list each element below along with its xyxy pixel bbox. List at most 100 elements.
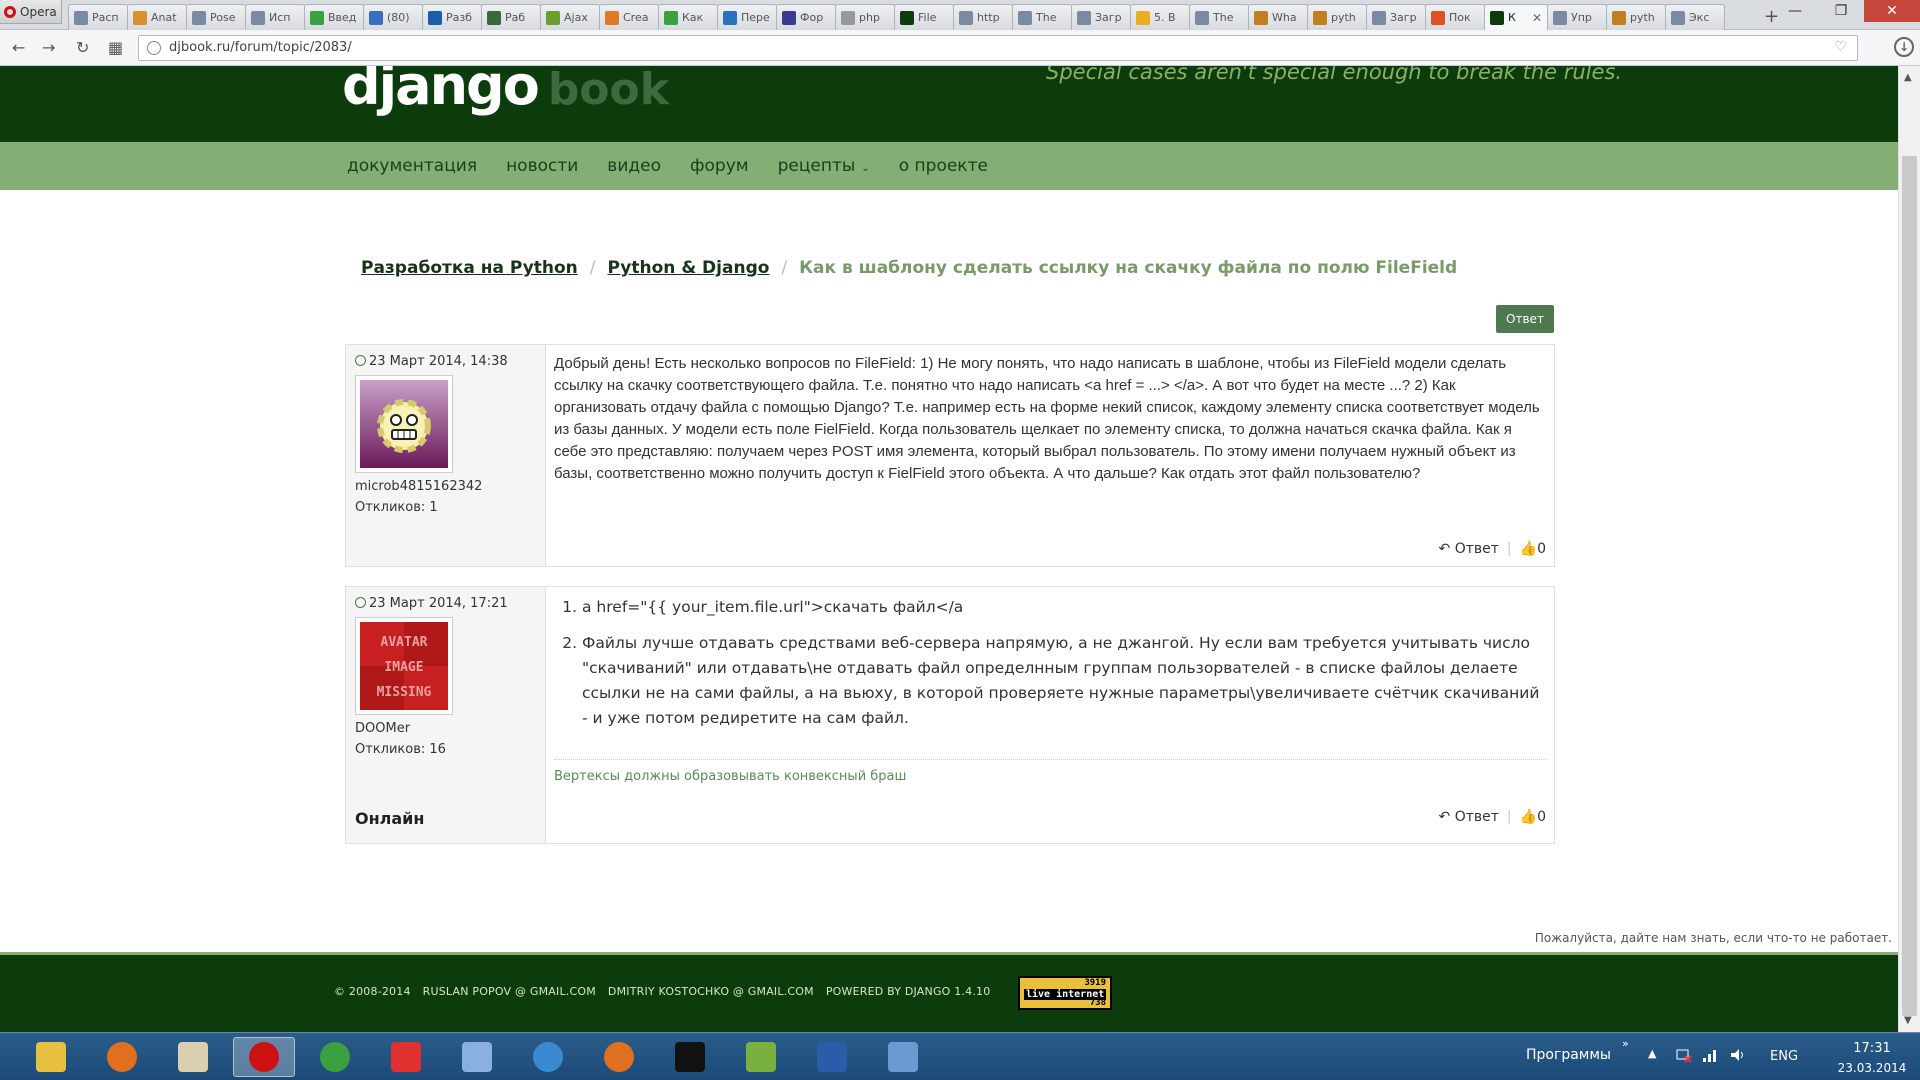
browser-tab[interactable]: Разб <box>422 4 482 30</box>
cmd-glyph <box>675 1042 705 1072</box>
browser-tab[interactable]: Ajax <box>540 4 600 30</box>
browser-tab[interactable]: Упр <box>1547 4 1607 30</box>
actions-divider: | <box>1506 809 1512 825</box>
breadcrumb-python-dev[interactable]: Разработка на Python <box>361 258 578 278</box>
taskbar-internet-explorer-icon[interactable] <box>517 1037 579 1077</box>
browser-tab[interactable]: (80) <box>363 4 423 30</box>
taskbar-opera-icon[interactable] <box>233 1037 295 1077</box>
reply-topic-button[interactable]: Ответ <box>1496 305 1554 333</box>
taskbar-yandex-browser-icon[interactable] <box>375 1037 437 1077</box>
browser-tab[interactable]: Исп <box>245 4 305 30</box>
liveinternet-counter[interactable]: 3919 live internet 738 <box>1018 976 1112 1010</box>
footer-contact-2[interactable]: DMITRIY KOSTOCHKO @ GMAIL.COM <box>608 985 814 998</box>
scroll-down-icon[interactable]: ▼ <box>1904 1015 1912 1026</box>
browser-tab[interactable]: К ✕ <box>1484 4 1548 30</box>
browser-tab[interactable]: The <box>1012 4 1072 30</box>
nav-forum[interactable]: форум <box>690 156 749 176</box>
reload-button[interactable]: ↻ <box>76 38 89 57</box>
bookmark-heart-icon[interactable]: ♡ <box>1834 39 1847 55</box>
list-item: a href="{{ your_item.file.url">скачать ф… <box>582 595 1546 620</box>
post-reply-button[interactable]: ↶ Ответ <box>1439 541 1499 557</box>
close-window-button[interactable]: ✕ <box>1864 0 1920 22</box>
clock-time[interactable]: 17:31 <box>1842 1041 1902 1056</box>
post-like-button[interactable]: 👍0 <box>1520 541 1546 557</box>
browser-tab[interactable]: The <box>1189 4 1249 30</box>
tab-favicon-icon <box>546 10 560 25</box>
taskbar-chrome-icon[interactable] <box>304 1037 366 1077</box>
download-icon[interactable]: ↓ <box>1894 37 1914 57</box>
language-indicator[interactable]: ENG <box>1770 1049 1798 1064</box>
browser-tab[interactable]: Wha <box>1248 4 1308 30</box>
system-tray: Программы » ▲ ENG 17:31 23.03.2014 <box>1520 1033 1920 1080</box>
back-button[interactable]: ← <box>12 38 25 57</box>
avatar[interactable]: AVATAR IMAGE MISSING <box>355 617 453 715</box>
list-item: Файлы лучше отдавать средствами веб-серв… <box>582 631 1546 731</box>
close-tab-icon[interactable]: ✕ <box>1532 11 1542 25</box>
browser-tab[interactable]: Раб <box>481 4 541 30</box>
site-logo[interactable]: django book <box>342 66 669 117</box>
taskbar-speaker-icon[interactable] <box>446 1037 508 1077</box>
taskbar-picture-viewer-icon[interactable] <box>872 1037 934 1077</box>
browser-tab[interactable]: php <box>835 4 895 30</box>
browser-tab[interactable]: Введ <box>304 4 364 30</box>
taskbar-cmd-icon[interactable] <box>659 1037 721 1077</box>
scrollbar-thumb[interactable] <box>1902 156 1917 1016</box>
network-error-icon[interactable] <box>1676 1047 1692 1063</box>
opera-menu-button[interactable]: Opera <box>0 0 62 24</box>
browser-tab[interactable]: Как <box>658 4 718 30</box>
taskbar-word-icon[interactable] <box>801 1037 863 1077</box>
url-input[interactable]: djbook.ru/forum/topic/2083/ ♡ <box>138 35 1858 61</box>
browser-tab[interactable]: Фор <box>776 4 836 30</box>
page-scrollbar[interactable]: ▲ ▼ <box>1898 66 1920 1032</box>
avatar-text-2: IMAGE <box>384 660 423 675</box>
scroll-up-icon[interactable]: ▲ <box>1904 72 1912 83</box>
browser-tab[interactable]: Загр <box>1366 4 1426 30</box>
breadcrumb-python-django[interactable]: Python & Django <box>608 258 770 278</box>
browser-tab[interactable]: 5. В <box>1130 4 1190 30</box>
nav-video[interactable]: видео <box>607 156 661 176</box>
tab-favicon-icon <box>133 10 147 25</box>
browser-tab[interactable]: Загр <box>1071 4 1131 30</box>
browser-tab[interactable]: Пере <box>717 4 777 30</box>
toolbar-expand-icon[interactable]: » <box>1622 1037 1629 1050</box>
show-hidden-icons[interactable]: ▲ <box>1648 1047 1656 1060</box>
taskbar-firefox-icon[interactable] <box>588 1037 650 1077</box>
post-username[interactable]: DOOMer <box>355 721 410 736</box>
feedback-link[interactable]: Пожалуйста, дайте нам знать, если что-то… <box>1535 931 1892 945</box>
minimize-button[interactable]: — <box>1772 0 1818 22</box>
picture-viewer-glyph <box>888 1042 918 1072</box>
browser-tab[interactable]: Расп <box>68 4 128 30</box>
nav-documentation[interactable]: документация <box>347 156 477 176</box>
browser-tab[interactable]: Crea <box>599 4 659 30</box>
post-username[interactable]: microb4815162342 <box>355 479 482 494</box>
volume-icon[interactable] <box>1730 1047 1746 1063</box>
browser-tab[interactable]: Pose <box>186 4 246 30</box>
browser-tab[interactable]: Anat <box>127 4 187 30</box>
signal-icon[interactable] <box>1702 1047 1718 1063</box>
taskbar-chrome-canary-icon[interactable] <box>91 1037 153 1077</box>
browser-tab[interactable]: pyth <box>1606 4 1666 30</box>
site-info-icon[interactable] <box>147 41 161 55</box>
browser-tab[interactable]: Экс <box>1665 4 1725 30</box>
taskbar-notepad-icon[interactable] <box>162 1037 224 1077</box>
footer-contact-1[interactable]: RUSLAN POPOV @ GMAIL.COM <box>423 985 596 998</box>
taskbar-explorer-icon[interactable] <box>20 1037 82 1077</box>
avatar[interactable] <box>355 375 453 473</box>
browser-tab[interactable]: Пок <box>1425 4 1485 30</box>
browser-tab[interactable]: pyth <box>1307 4 1367 30</box>
post-reply-button[interactable]: ↶ Ответ <box>1439 809 1499 825</box>
taskbar-greenshot-icon[interactable] <box>730 1037 792 1077</box>
browser-tab[interactable]: http <box>953 4 1013 30</box>
forward-button[interactable]: → <box>42 38 55 57</box>
nav-news[interactable]: новости <box>506 156 578 176</box>
speed-dial-icon[interactable]: ▦ <box>108 38 123 57</box>
windows-taskbar: Программы » ▲ ENG 17:31 23.03.2014 <box>0 1032 1920 1080</box>
main-nav: документация новости видео форум рецепты… <box>0 142 1898 190</box>
maximize-button[interactable]: ❐ <box>1818 0 1864 22</box>
nav-recipes[interactable]: рецепты ⌄ <box>778 156 870 176</box>
nav-about[interactable]: о проекте <box>899 156 988 176</box>
post-like-button[interactable]: 👍0 <box>1520 809 1546 825</box>
programs-toolbar[interactable]: Программы <box>1526 1047 1611 1063</box>
clock-date[interactable]: 23.03.2014 <box>1820 1061 1920 1075</box>
browser-tab[interactable]: File <box>894 4 954 30</box>
